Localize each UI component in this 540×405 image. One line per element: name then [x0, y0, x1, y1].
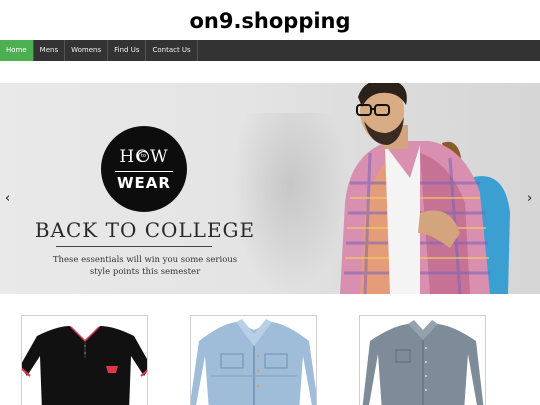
how-to-wear-badge: HOW to WEAR: [101, 126, 187, 212]
model-photo: [340, 83, 510, 294]
subcopy-line-1: These essentials will win you some serio…: [52, 255, 238, 265]
product-card-denim-jacket[interactable]: [190, 315, 317, 405]
headline-underline: [56, 246, 212, 247]
button-down-shirt-image: [362, 320, 484, 405]
slide-headline: BACK TO COLLEGE: [34, 218, 256, 242]
top-navbar: Home Mens Womens Find Us Contact Us: [0, 40, 540, 61]
nav-item-contact-us[interactable]: Contact Us: [146, 40, 198, 61]
site-title: on9.shopping: [189, 9, 351, 33]
badge-divider: [115, 171, 173, 172]
slider-next-arrow[interactable]: ›: [527, 191, 532, 206]
badge-to-text: to: [138, 151, 149, 162]
nav-item-mens[interactable]: Mens: [34, 40, 66, 61]
product-grid: [0, 300, 540, 405]
product-card-button-down-shirt[interactable]: [359, 315, 486, 405]
hero-slider: HOW to WEAR BACK TO COLLEGE These essent…: [0, 83, 540, 294]
nav-item-find-us[interactable]: Find Us: [108, 40, 147, 61]
nav-item-home[interactable]: Home: [0, 40, 34, 61]
badge-wear-text: WEAR: [117, 174, 171, 192]
slide-subcopy: These essentials will win you some serio…: [40, 254, 250, 278]
nav-item-womens[interactable]: Womens: [65, 40, 109, 61]
polo-shirt-image: [22, 324, 147, 405]
product-card-polo[interactable]: [21, 315, 148, 405]
subcopy-line-2: style points this semester: [89, 267, 201, 277]
denim-jacket-image: [191, 319, 316, 405]
slider-prev-arrow[interactable]: ‹: [5, 191, 10, 206]
